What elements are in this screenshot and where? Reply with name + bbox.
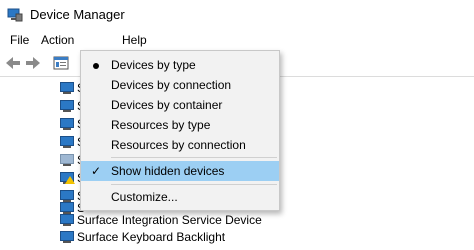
properties-icon[interactable] [52,54,70,72]
device-icon [60,100,74,112]
warning-device-icon [60,172,75,184]
menu-item-label: Customize... [111,190,178,204]
menu-item-label: Resources by type [111,118,211,132]
forward-arrow-icon[interactable] [24,54,42,72]
menu-separator [111,157,277,158]
menu-item-resources-by-type[interactable]: Resources by type [81,115,279,135]
view-menu-dropdown: Devices by type Devices by connection De… [80,50,280,211]
menu-help[interactable]: Help [122,33,147,47]
menu-item-label: Show hidden devices [111,164,225,178]
title-bar: Device Manager [0,0,474,30]
tree-row[interactable]: Surface Keyboard Backlight [60,228,225,246]
menu-item-customize[interactable]: Customize... [81,187,279,207]
radio-bullet-icon [89,58,103,72]
menu-separator [111,184,277,185]
hidden-device-icon [60,154,74,166]
menu-item-show-hidden-devices[interactable]: ✓ Show hidden devices [81,161,279,181]
menu-item-label: Devices by connection [111,78,232,92]
device-icon [60,136,74,148]
device-icon [60,82,74,94]
window-title: Device Manager [30,7,125,22]
device-icon [60,214,74,226]
menu-item-label: Devices by container [111,98,223,112]
menu-item-resources-by-connection[interactable]: Resources by connection [81,135,279,155]
back-arrow-icon[interactable] [4,54,22,72]
device-icon [60,118,74,130]
menu-bar: File Action Help [0,30,474,50]
tree-row-label: Surface Keyboard Backlight [77,230,226,244]
tree-row[interactable]: Surface Integration Service Device [60,211,262,229]
menu-action[interactable]: Action [41,33,74,47]
menu-item-label: Devices by type [111,58,196,72]
tree-row-label: Surface Integration Service Device [77,213,262,227]
menu-item-devices-by-type[interactable]: Devices by type [81,55,279,75]
device-manager-icon [7,8,23,22]
menu-item-label: Resources by connection [111,138,246,152]
checkmark-icon: ✓ [90,164,102,178]
menu-item-devices-by-connection[interactable]: Devices by connection [81,75,279,95]
menu-file[interactable]: File [10,33,29,47]
menu-item-devices-by-container[interactable]: Devices by container [81,95,279,115]
device-icon [60,231,74,243]
